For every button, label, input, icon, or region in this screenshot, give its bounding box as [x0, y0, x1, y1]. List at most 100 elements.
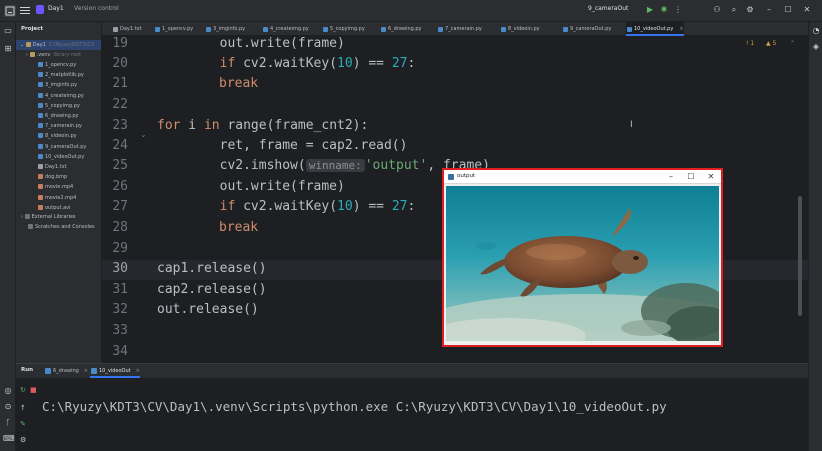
services-icon[interactable]: ◎ [3, 386, 13, 396]
tree-item-file[interactable]: 6_drawing.py [16, 111, 79, 121]
tree-item-file[interactable]: 8_videoin.py [16, 131, 77, 141]
tree-root-day1[interactable]: ⌄ Day1 C:\Ryuzy\KDT3\CV [16, 40, 101, 50]
close-tab-icon[interactable]: × [136, 368, 140, 374]
chevron-up-icon[interactable]: ⌃ [790, 40, 795, 47]
output-window-titlebar[interactable]: output – ☐ ✕ [444, 170, 721, 184]
git-icon[interactable]: ᚴ [3, 418, 13, 428]
fold-icon[interactable]: ⌄ [140, 130, 147, 139]
hamburger-menu-icon[interactable] [20, 5, 30, 16]
ai-assistant-icon[interactable]: ◈ [811, 42, 821, 52]
sea-turtle-video-frame [446, 186, 719, 341]
tree-item-label: 3_imginfo.py [45, 82, 78, 89]
tab-7-camerain-py[interactable]: 7_camerain.py [437, 22, 482, 36]
python-file-icon [38, 133, 43, 139]
warning-icon[interactable]: ! 1 [746, 40, 754, 47]
debug-icon[interactable]: ✱ [659, 4, 669, 16]
stop-icon[interactable]: ■ [30, 386, 38, 394]
tree-item-file[interactable]: 3_imginfo.py [16, 80, 77, 90]
tree-item-file[interactable]: 7_camerain.py [16, 121, 82, 131]
tab-10-videoout-py[interactable]: 10_videoOut.py × [626, 22, 684, 36]
python-file-icon [38, 62, 43, 67]
run-tab-10-videoout[interactable]: 10_videoOut × [90, 364, 140, 378]
code-line-31[interactable]: cap2.release() [157, 282, 267, 297]
code-line-25[interactable]: cv2.imshow(winname:'output', frame) [157, 158, 490, 173]
project-name[interactable]: Day1 [48, 5, 64, 12]
python-file-icon [323, 27, 328, 32]
left-tool-strip: ▭ ⊞ ◎ ⊙ ᚴ ⌨ [0, 22, 16, 451]
code-line-23[interactable]: for i in range(frame_cnt2): [157, 118, 368, 133]
tab-day1-txt[interactable]: Day1.txt [112, 22, 142, 36]
folder-icon[interactable]: ▭ [3, 26, 13, 36]
project-badge[interactable] [36, 5, 44, 14]
edit-config-icon[interactable]: ✎ [20, 420, 28, 428]
editor-scrollbar[interactable] [798, 196, 802, 316]
minimize-icon[interactable]: – [764, 4, 774, 16]
tree-item-file[interactable]: 10_videoOut.py [16, 152, 84, 162]
notifications-icon[interactable]: ◔ [811, 26, 821, 36]
weak-warning-icon[interactable]: ▲ 5 [766, 40, 776, 47]
code-line-19[interactable]: out.write(frame) [157, 36, 345, 51]
tab-9-cameraout-py[interactable]: 9_cameraOut.py [562, 22, 611, 36]
tree-item-file[interactable]: 9_cameraOut.py [16, 142, 86, 152]
tree-item-external-libraries[interactable]: › External Libraries [16, 212, 76, 222]
tree-item-file[interactable]: 5_copyimg.py [16, 101, 80, 111]
tree-item-file[interactable]: 2_matplotlib.py [16, 70, 84, 80]
structure-icon[interactable]: ⊞ [3, 44, 13, 54]
python-file-icon [38, 92, 43, 98]
tree-item-file[interactable]: movie.mp4 [16, 182, 73, 192]
tree-item-file[interactable]: Day1.txt [16, 162, 67, 172]
code-line-21[interactable]: break [219, 76, 258, 91]
project-panel-title[interactable]: Project [21, 26, 43, 32]
text-file-icon [113, 27, 118, 32]
tree-item-label: 1_opencv.py [45, 62, 77, 68]
tab-6-drawing-py[interactable]: 6_drawing.py [380, 22, 422, 36]
tree-item-scratches[interactable]: Scratches and Consoles [16, 222, 95, 232]
tab-label: 7_camerain.py [445, 26, 482, 32]
python-file-icon [38, 153, 43, 159]
tree-item-file[interactable]: 1_opencv.py [16, 60, 76, 70]
run-tab-6-drawing[interactable]: 6_drawing × [44, 364, 88, 378]
tree-item-file[interactable]: movie2.mp4 [16, 193, 76, 203]
run-icon[interactable]: ▶ [645, 4, 655, 16]
terminal-icon[interactable]: ⌨ [3, 434, 15, 444]
search-icon[interactable]: ⌕ [729, 4, 739, 16]
tab-label: 10_videoOut.py [634, 26, 674, 32]
close-icon[interactable]: ✕ [802, 4, 812, 16]
close-tab-icon[interactable]: × [679, 26, 683, 32]
python-file-icon [563, 27, 568, 32]
more-icon[interactable]: ⋮ [673, 4, 683, 16]
close-tab-icon[interactable]: × [84, 368, 88, 374]
code-line-20[interactable]: if cv2.waitKey(10) == 27: [157, 56, 416, 71]
scroll-up-icon[interactable]: ↑ [20, 404, 28, 412]
version-control-menu[interactable]: Version control [74, 5, 119, 12]
close-icon[interactable]: ✕ [706, 171, 716, 183]
output-window[interactable]: output – ☐ ✕ [442, 168, 723, 347]
chevron-down-icon[interactable]: ⌄ [20, 42, 26, 48]
maximize-icon[interactable]: ☐ [686, 171, 696, 183]
code-line-24[interactable]: ret, frame = cap2.read() [157, 138, 408, 153]
code-line-30[interactable]: cap1.release() [157, 261, 267, 276]
settings-icon[interactable]: ⚙ [20, 436, 28, 444]
line-number: 30 [112, 261, 128, 276]
user-icon[interactable]: ⚇ [712, 4, 722, 16]
rerun-icon[interactable]: ↻ [20, 386, 28, 394]
problems-icon[interactable]: ⊙ [3, 402, 13, 412]
settings-icon[interactable]: ⚙ [745, 4, 755, 16]
tab-3-imginfo-py[interactable]: 3_imginfo.py [205, 22, 245, 36]
code-line-26[interactable]: out.write(frame) [157, 179, 345, 194]
maximize-icon[interactable]: ☐ [783, 4, 793, 16]
project-panel: Project ⌄ Day1 C:\Ryuzy\KDT3\CV › .venv li… [16, 22, 102, 363]
run-configuration-selector[interactable]: 9_cameraOut [588, 5, 628, 12]
tab-1-opencv-py[interactable]: 1_opencv.py [154, 22, 193, 36]
tree-item-file[interactable]: dog.bmp [16, 172, 67, 182]
tree-item-venv[interactable]: › .venv library root [16, 50, 81, 60]
tree-item-file[interactable]: 4_createimg.py [16, 91, 84, 101]
tab-5-copyimg-py[interactable]: 5_copyimg.py [322, 22, 365, 36]
code-line-32[interactable]: out.release() [157, 302, 259, 317]
minimize-icon[interactable]: – [666, 171, 676, 183]
tab-8-videoin-py[interactable]: 8_videoin.py [500, 22, 540, 36]
tab-4-createimg-py[interactable]: 4_createimg.py [262, 22, 309, 36]
code-line-27[interactable]: if cv2.waitKey(10) == 27: [157, 199, 416, 214]
tree-item-label: movie2.mp4 [45, 194, 77, 201]
code-line-28[interactable]: break [219, 220, 258, 235]
